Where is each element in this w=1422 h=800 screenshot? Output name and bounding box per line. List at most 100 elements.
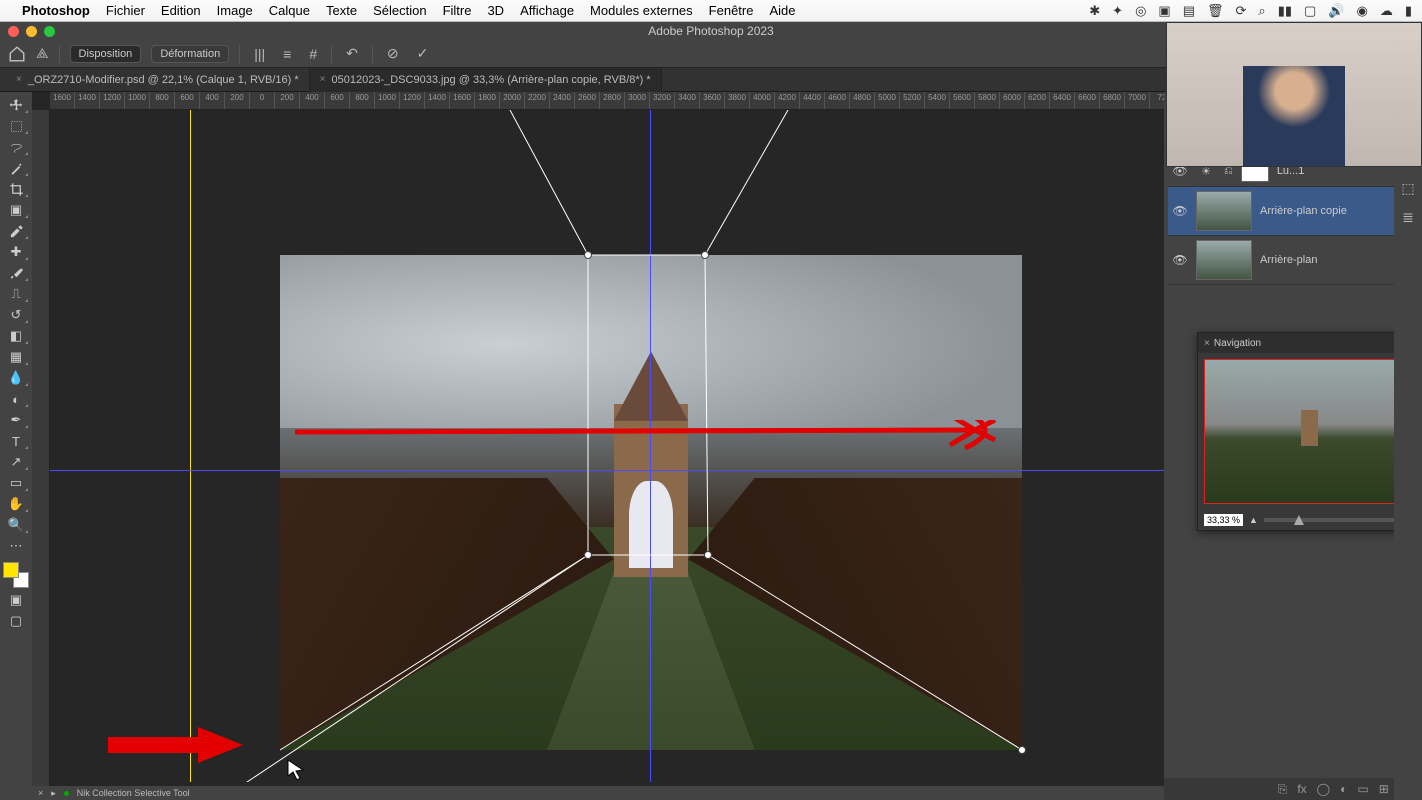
status-icon[interactable]: ▮▮ bbox=[1278, 3, 1292, 19]
navigation-panel[interactable]: × Navigation ◂◂ ≡ 33,33 % ▲ ▲ bbox=[1197, 332, 1422, 531]
status-icon[interactable]: ⌕ bbox=[1258, 3, 1265, 19]
status-icon[interactable]: ☁ bbox=[1380, 3, 1393, 19]
pen-tool[interactable]: ✒ bbox=[3, 411, 29, 429]
status-icon[interactable]: ⟳ bbox=[1236, 3, 1247, 19]
history-brush-tool[interactable]: ↺ bbox=[3, 306, 29, 324]
menu-window[interactable]: Fenêtre bbox=[709, 3, 754, 18]
status-icon[interactable]: ◉ bbox=[1357, 3, 1368, 19]
marquee-tool[interactable] bbox=[3, 117, 29, 135]
zoom-slider[interactable] bbox=[1264, 518, 1400, 522]
status-icon[interactable]: 🗑 bbox=[1207, 3, 1224, 19]
canvas[interactable] bbox=[50, 110, 1164, 782]
foreground-color[interactable] bbox=[3, 562, 19, 578]
mask-icon[interactable]: ◯ bbox=[1317, 782, 1330, 796]
layer-thumb[interactable] bbox=[1196, 240, 1252, 280]
layer-row[interactable]: 👁 Arrière-plan 🔒 bbox=[1168, 236, 1418, 285]
wand-tool[interactable] bbox=[3, 159, 29, 177]
mode-layout-button[interactable]: Disposition bbox=[70, 45, 142, 63]
visibility-toggle-icon[interactable]: 👁 bbox=[1172, 253, 1188, 267]
status-icon[interactable]: ◎ bbox=[1135, 3, 1146, 19]
status-icon[interactable]: 🔊 bbox=[1328, 3, 1344, 19]
canvas-area[interactable]: 1600140012001000800600400200020040060080… bbox=[32, 92, 1164, 800]
menu-filter[interactable]: Filtre bbox=[443, 3, 472, 18]
status-icon[interactable]: ▤ bbox=[1183, 3, 1195, 19]
status-icon[interactable]: ▣ bbox=[1158, 3, 1170, 19]
adjustment-icon[interactable]: ◐ bbox=[1340, 782, 1347, 796]
screen-mode-toggle[interactable]: ▢ bbox=[3, 612, 29, 630]
layer-thumb[interactable] bbox=[1196, 191, 1252, 231]
status-icon[interactable]: ▮ bbox=[1405, 3, 1412, 19]
menu-view[interactable]: Affichage bbox=[520, 3, 574, 18]
blur-tool[interactable]: 💧 bbox=[3, 369, 29, 387]
text-tool[interactable]: T bbox=[3, 432, 29, 450]
frame-tool[interactable]: ▣ bbox=[3, 201, 29, 219]
commit-icon[interactable]: ✓ bbox=[413, 45, 433, 62]
eyedropper-tool[interactable] bbox=[3, 222, 29, 240]
document-tab[interactable]: × 05012023-_DSC9033.jpg @ 33,3% (Arrière… bbox=[310, 68, 662, 92]
healing-tool[interactable]: ✚ bbox=[3, 243, 29, 261]
brush-tool[interactable] bbox=[3, 264, 29, 282]
layer-row[interactable]: 👁 Arrière-plan copie ◉ ▾ bbox=[1168, 187, 1418, 236]
panel-icon[interactable]: ≣ bbox=[1402, 209, 1414, 226]
close-tab-icon[interactable]: × bbox=[320, 74, 326, 85]
menu-file[interactable]: Fichier bbox=[106, 3, 145, 18]
home-icon[interactable] bbox=[8, 45, 26, 63]
maximize-window-button[interactable] bbox=[44, 26, 55, 37]
warp-tool-icon[interactable]: ⟁ bbox=[36, 45, 49, 62]
group-icon[interactable]: ▭ bbox=[1357, 782, 1368, 796]
warp-handle[interactable] bbox=[1018, 746, 1026, 754]
align-horiz-icon[interactable]: ≡ bbox=[279, 46, 295, 62]
gradient-tool[interactable]: ▦ bbox=[3, 348, 29, 366]
quickmask-toggle[interactable]: ▣ bbox=[3, 591, 29, 609]
eraser-tool[interactable]: ◧ bbox=[3, 327, 29, 345]
warp-handle[interactable] bbox=[701, 251, 709, 259]
panel-icon[interactable]: ⬚ bbox=[1401, 180, 1414, 197]
menu-edit[interactable]: Edition bbox=[161, 3, 201, 18]
menu-text[interactable]: Texte bbox=[326, 3, 357, 18]
menu-3d[interactable]: 3D bbox=[487, 3, 504, 18]
cancel-icon[interactable]: ⊘ bbox=[383, 45, 403, 62]
menu-plugins[interactable]: Modules externes bbox=[590, 3, 693, 18]
zoom-value[interactable]: 33,33 % bbox=[1204, 514, 1243, 526]
menu-select[interactable]: Sélection bbox=[373, 3, 426, 18]
lasso-tool[interactable] bbox=[3, 138, 29, 156]
link-layers-icon[interactable]: ⎘ bbox=[1278, 782, 1288, 797]
warp-handle[interactable] bbox=[584, 251, 592, 259]
close-window-button[interactable] bbox=[8, 26, 19, 37]
expand-icon[interactable]: ▸ bbox=[51, 788, 56, 799]
fx-icon[interactable]: fx bbox=[1297, 782, 1306, 796]
close-tab-icon[interactable]: × bbox=[16, 74, 22, 85]
path-tool[interactable]: ↗ bbox=[3, 453, 29, 471]
warp-handle[interactable] bbox=[584, 551, 592, 559]
more-tools[interactable]: ⋯ bbox=[3, 537, 29, 555]
zoom-tool[interactable]: 🔍 bbox=[3, 516, 29, 534]
document-tab[interactable]: × _ORZ2710-Modifier.psd @ 22,1% (Calque … bbox=[6, 68, 310, 92]
minimize-window-button[interactable] bbox=[26, 26, 37, 37]
hand-tool[interactable]: ✋ bbox=[3, 495, 29, 513]
status-icon[interactable]: ✦ bbox=[1112, 3, 1123, 19]
horizontal-ruler[interactable]: 1600140012001000800600400200020040060080… bbox=[50, 92, 1164, 110]
new-layer-icon[interactable]: ⊞ bbox=[1379, 782, 1389, 796]
grid-icon[interactable]: # bbox=[305, 46, 321, 62]
status-icon[interactable]: ✱ bbox=[1089, 3, 1100, 19]
warp-handle[interactable] bbox=[704, 551, 712, 559]
menu-image[interactable]: Image bbox=[217, 3, 253, 18]
shape-tool[interactable]: ▭ bbox=[3, 474, 29, 492]
dodge-tool[interactable]: ◐ bbox=[3, 390, 29, 408]
navigator-preview[interactable] bbox=[1204, 359, 1415, 504]
move-tool[interactable] bbox=[3, 96, 29, 114]
mode-warp-button[interactable]: Déformation bbox=[151, 45, 229, 63]
crop-tool[interactable] bbox=[3, 180, 29, 198]
status-icon[interactable]: ▢ bbox=[1304, 3, 1316, 19]
vertical-ruler[interactable] bbox=[32, 110, 50, 800]
zoom-out-icon[interactable]: ▲ bbox=[1249, 515, 1258, 525]
align-bars-icon[interactable]: ||| bbox=[250, 46, 269, 62]
color-swatches[interactable] bbox=[3, 562, 29, 588]
close-icon[interactable]: × bbox=[38, 788, 43, 798]
menu-app[interactable]: Photoshop bbox=[22, 3, 90, 18]
menu-layer[interactable]: Calque bbox=[269, 3, 310, 18]
menu-help[interactable]: Aide bbox=[769, 3, 795, 18]
undo-icon[interactable]: ↶ bbox=[342, 45, 362, 62]
stamp-tool[interactable]: ⎍ bbox=[3, 285, 29, 303]
visibility-toggle-icon[interactable]: 👁 bbox=[1172, 204, 1188, 218]
